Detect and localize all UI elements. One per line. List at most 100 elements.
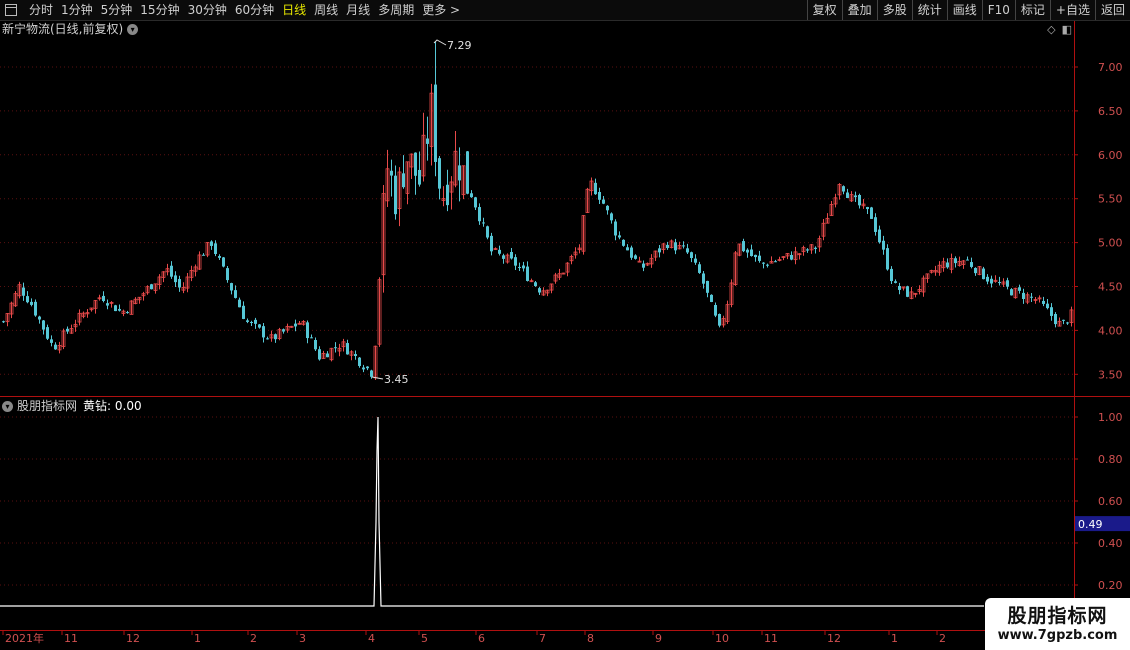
toolbar-button-5[interactable]: F10 <box>981 0 1015 20</box>
candle-down <box>1050 303 1053 321</box>
high-leader <box>433 39 447 46</box>
candle-up <box>133 297 138 305</box>
period-tab-10[interactable]: 更多 > <box>418 0 464 20</box>
candle-down <box>358 356 361 368</box>
time-tick-label: 8 <box>587 632 594 645</box>
candle-up <box>453 130 458 188</box>
toolbar-button-0[interactable]: 复权 <box>806 0 842 20</box>
candle-down <box>2 320 5 324</box>
candle-down <box>1030 292 1033 302</box>
candle-down <box>34 299 37 317</box>
toolbar-button-7[interactable]: +自选 <box>1049 0 1095 20</box>
diamond-icon[interactable]: ◇ <box>1047 23 1055 36</box>
candle-up <box>645 262 650 267</box>
candle-up <box>17 281 22 299</box>
time-tick-label: 12 <box>827 632 841 645</box>
candle-up <box>181 282 186 294</box>
candle-up <box>9 301 14 319</box>
candle-up <box>557 268 562 281</box>
candle-down <box>418 151 421 187</box>
time-tick-label: 11 <box>764 632 778 645</box>
candle-up <box>737 243 742 257</box>
indicator-tick-label: 0.60 <box>1098 495 1123 508</box>
candle-down <box>866 206 869 214</box>
price-tick-label: 6.50 <box>1098 105 1123 118</box>
chevron-down-icon[interactable]: ▾ <box>127 23 139 35</box>
panel-toggle-icon[interactable]: ◧ <box>1062 23 1072 36</box>
candle-down <box>222 256 225 268</box>
kline-chart[interactable]: 7.00 6.50 6.00 5.50 5.00 4.50 4.00 3.50 1.00 0.8… <box>0 0 1130 650</box>
candle-down <box>266 336 269 340</box>
candle-down <box>634 254 637 260</box>
candle-up <box>793 246 798 265</box>
candle-down <box>970 257 973 269</box>
candle-up <box>377 277 382 347</box>
candle-up <box>449 176 454 210</box>
period-tab-5[interactable]: 60分钟 <box>231 0 278 20</box>
candle-down <box>842 185 845 195</box>
candle-up <box>529 278 534 283</box>
current-value-label: 0.49 <box>1078 518 1103 531</box>
period-tab-1[interactable]: 1分钟 <box>57 0 97 20</box>
candle-down <box>894 279 897 284</box>
candle-up <box>957 256 962 267</box>
toolbar-button-2[interactable]: 多股 <box>876 0 912 20</box>
candle-up <box>833 193 838 208</box>
candle-up <box>925 273 930 283</box>
candle-up <box>269 330 274 342</box>
candle-down <box>886 244 889 271</box>
candle-up <box>381 185 386 293</box>
candle-down <box>118 304 121 312</box>
candle-down <box>498 245 501 256</box>
candle-down <box>1054 312 1057 328</box>
candle-up <box>921 275 926 297</box>
period-tab-7[interactable]: 周线 <box>310 0 342 20</box>
candle-up <box>677 241 682 250</box>
candle-up <box>861 199 866 209</box>
candle-up <box>1001 278 1006 288</box>
candle-up <box>5 313 10 327</box>
toolbar-button-1[interactable]: 叠加 <box>841 0 877 20</box>
candle-up <box>669 239 674 249</box>
toolbar-button-3[interactable]: 统计 <box>911 0 947 20</box>
candle-up <box>849 191 854 202</box>
chevron-down-icon[interactable]: ▾ <box>2 400 13 412</box>
candle-up <box>545 289 550 297</box>
candle-down <box>210 240 213 250</box>
period-tab-3[interactable]: 15分钟 <box>136 0 183 20</box>
candle-down <box>1062 319 1065 325</box>
candle-up <box>89 307 94 312</box>
candle-down <box>974 267 977 276</box>
candle-down <box>474 196 477 211</box>
indicator-tick-label: 0.20 <box>1098 579 1123 592</box>
price-tick-label: 3.50 <box>1098 368 1123 381</box>
candle-down <box>414 152 417 195</box>
window-icon[interactable] <box>5 4 17 16</box>
candle-up <box>637 256 642 263</box>
candle-up <box>769 256 774 264</box>
period-tab-4[interactable]: 30分钟 <box>184 0 231 20</box>
toolbar-button-6[interactable]: 标记 <box>1014 0 1050 20</box>
candle-down <box>718 313 721 328</box>
candle-up <box>809 243 814 254</box>
candle-down <box>326 351 329 358</box>
candle-up <box>421 112 426 182</box>
toolbar-actions: 复权 叠加 多股 统计 画线 F10 标记 +自选 返回 <box>806 0 1130 20</box>
period-tab-6[interactable]: 日线 <box>278 0 310 20</box>
indicator-series <box>0 416 984 607</box>
candle-up <box>197 251 202 271</box>
candle-down <box>1010 288 1013 296</box>
candle-down <box>1042 296 1045 307</box>
candle-down <box>314 337 317 351</box>
candle-down <box>858 193 861 209</box>
toolbar-button-8[interactable]: 返回 <box>1094 0 1130 20</box>
period-tab-9[interactable]: 多周期 <box>374 0 418 20</box>
candle-up <box>541 287 546 296</box>
period-tab-8[interactable]: 月线 <box>342 0 374 20</box>
candle-down <box>742 238 745 253</box>
time-tick-label: 2 <box>250 632 257 645</box>
candle-down <box>658 244 661 258</box>
toolbar-button-4[interactable]: 画线 <box>946 0 982 20</box>
period-tab-2[interactable]: 5分钟 <box>97 0 137 20</box>
period-tab-0[interactable]: 分时 <box>25 0 57 20</box>
